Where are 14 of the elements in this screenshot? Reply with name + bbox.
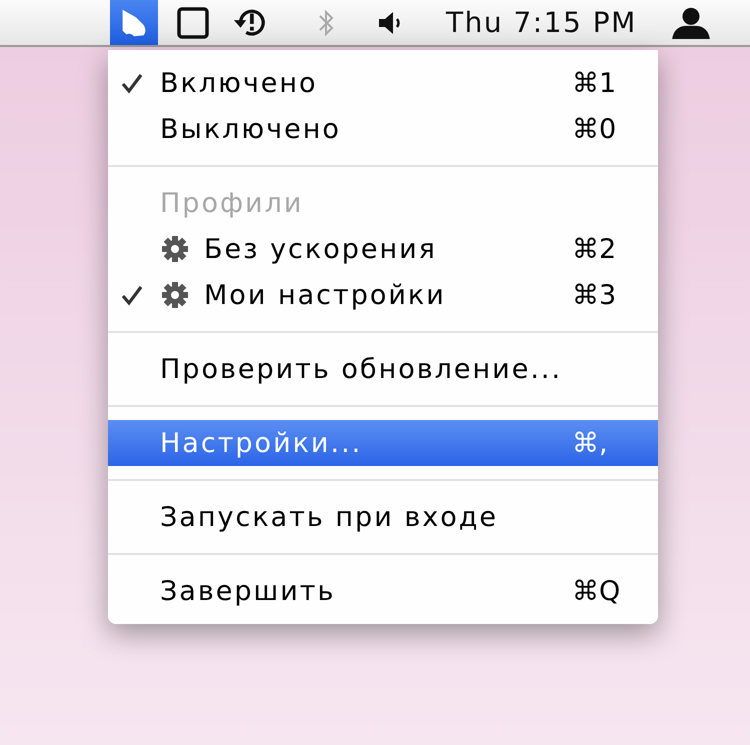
gear-icon — [160, 234, 190, 264]
menu-item[interactable]: Выключено ⌘0 — [108, 106, 658, 152]
gear-icon — [160, 280, 190, 310]
menu-item[interactable]: Настройки... ⌘, — [108, 420, 658, 466]
menu-item[interactable]: Мои настройки ⌘3 — [108, 272, 658, 318]
menu-section-header: Профили — [159, 188, 304, 218]
menu-item[interactable]: Завершить ⌘Q — [108, 568, 658, 614]
menu-item[interactable]: Запускать при входе — [108, 494, 658, 540]
checkmark-icon — [120, 71, 144, 95]
square-icon — [176, 6, 210, 40]
menu-item[interactable]: Включено ⌘1 — [108, 60, 658, 106]
menu-item[interactable]: Проверить обновление... — [108, 346, 658, 392]
menu-item[interactable]: Без ускорения ⌘2 — [108, 226, 658, 272]
checkmark-icon — [120, 283, 144, 307]
